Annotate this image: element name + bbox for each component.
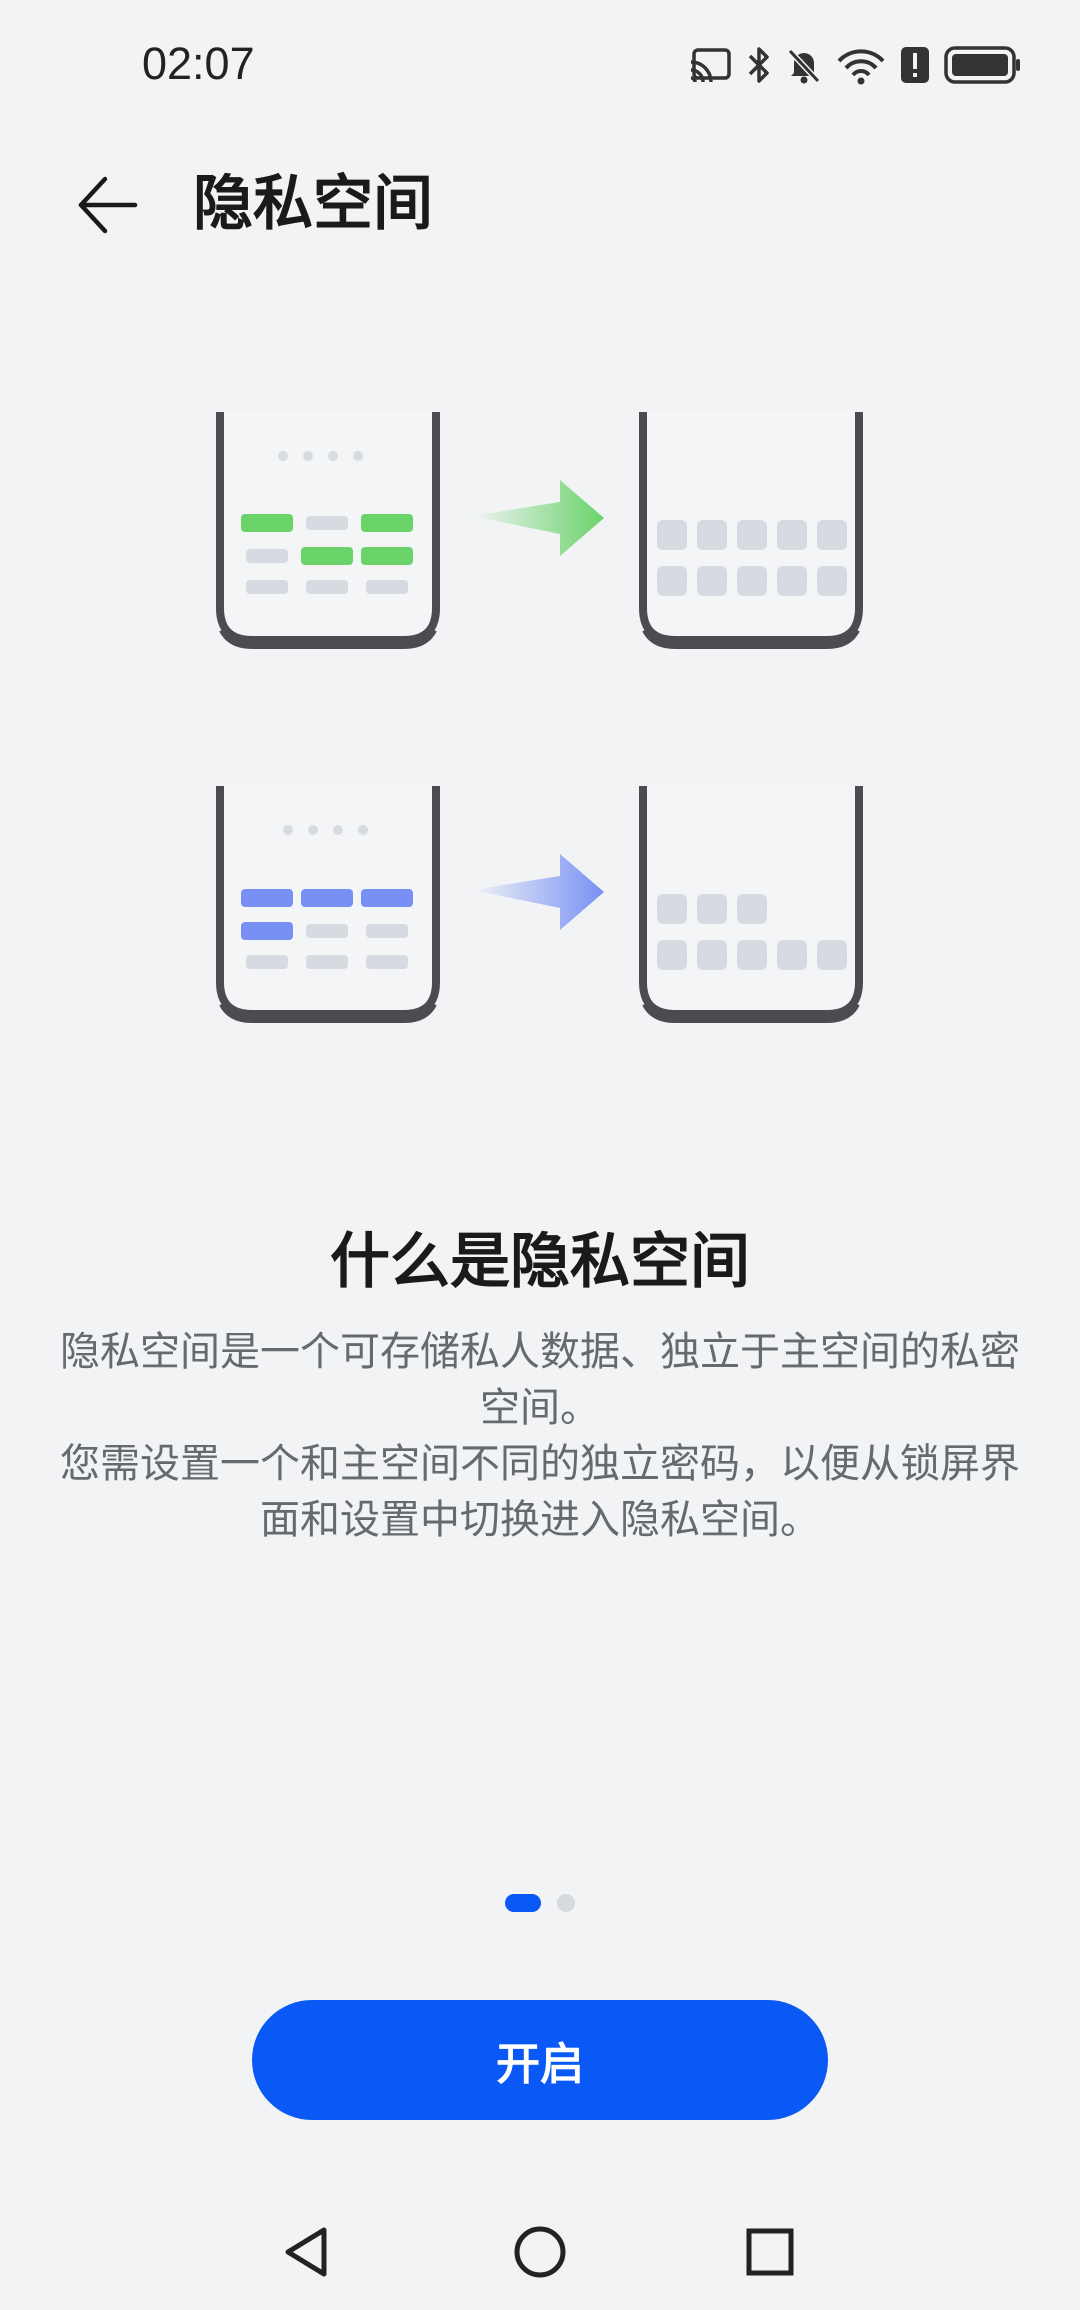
alert-icon	[900, 45, 930, 85]
enable-button[interactable]: 开启	[252, 2000, 828, 2120]
main-space-phone-blue	[216, 786, 440, 1023]
back-triangle-icon	[285, 2227, 327, 2277]
status-time: 02:07	[142, 38, 255, 89]
status-icons	[688, 42, 1022, 88]
page-dot	[557, 1894, 575, 1912]
private-space-phone-2	[639, 786, 863, 1023]
header: 隐私空间	[0, 150, 1080, 260]
mute-bell-icon	[786, 45, 822, 85]
arrow-left-icon	[78, 176, 138, 234]
cast-icon	[688, 47, 732, 83]
intro-paragraph: 隐私空间是一个可存储私人数据、独立于主空间的私密空间。	[60, 1329, 1020, 1431]
page-indicator	[0, 1893, 1080, 1913]
system-nav-bar	[0, 2200, 1080, 2310]
private-space-phone-1	[639, 412, 863, 649]
nav-home-button[interactable]	[500, 2212, 580, 2292]
home-circle-icon	[514, 2226, 566, 2278]
battery-icon	[944, 45, 1022, 85]
page-dot-active	[505, 1894, 541, 1912]
private-space-illustration	[216, 412, 863, 1023]
arrow-right-green-icon	[472, 480, 604, 556]
intro-title: 什么是隐私空间	[330, 1227, 750, 1297]
intro-description: 隐私空间是一个可存储私人数据、独立于主空间的私密空间。 您需设置一个和主空间不同…	[60, 1324, 1020, 1548]
page-title: 隐私空间	[193, 169, 433, 239]
bluetooth-icon	[746, 45, 772, 85]
recents-square-icon	[746, 2228, 794, 2276]
arrow-right-blue-icon	[472, 854, 604, 930]
nav-back-button[interactable]	[268, 2212, 348, 2292]
intro-paragraph: 您需设置一个和主空间不同的独立密码，以便从锁屏界面和设置中切换进入隐私空间。	[60, 1441, 1020, 1543]
status-bar: 02:07	[0, 0, 1080, 130]
main-space-phone-green	[216, 412, 440, 649]
back-button[interactable]	[64, 162, 150, 248]
nav-recents-button[interactable]	[730, 2212, 810, 2292]
wifi-icon	[836, 45, 886, 85]
